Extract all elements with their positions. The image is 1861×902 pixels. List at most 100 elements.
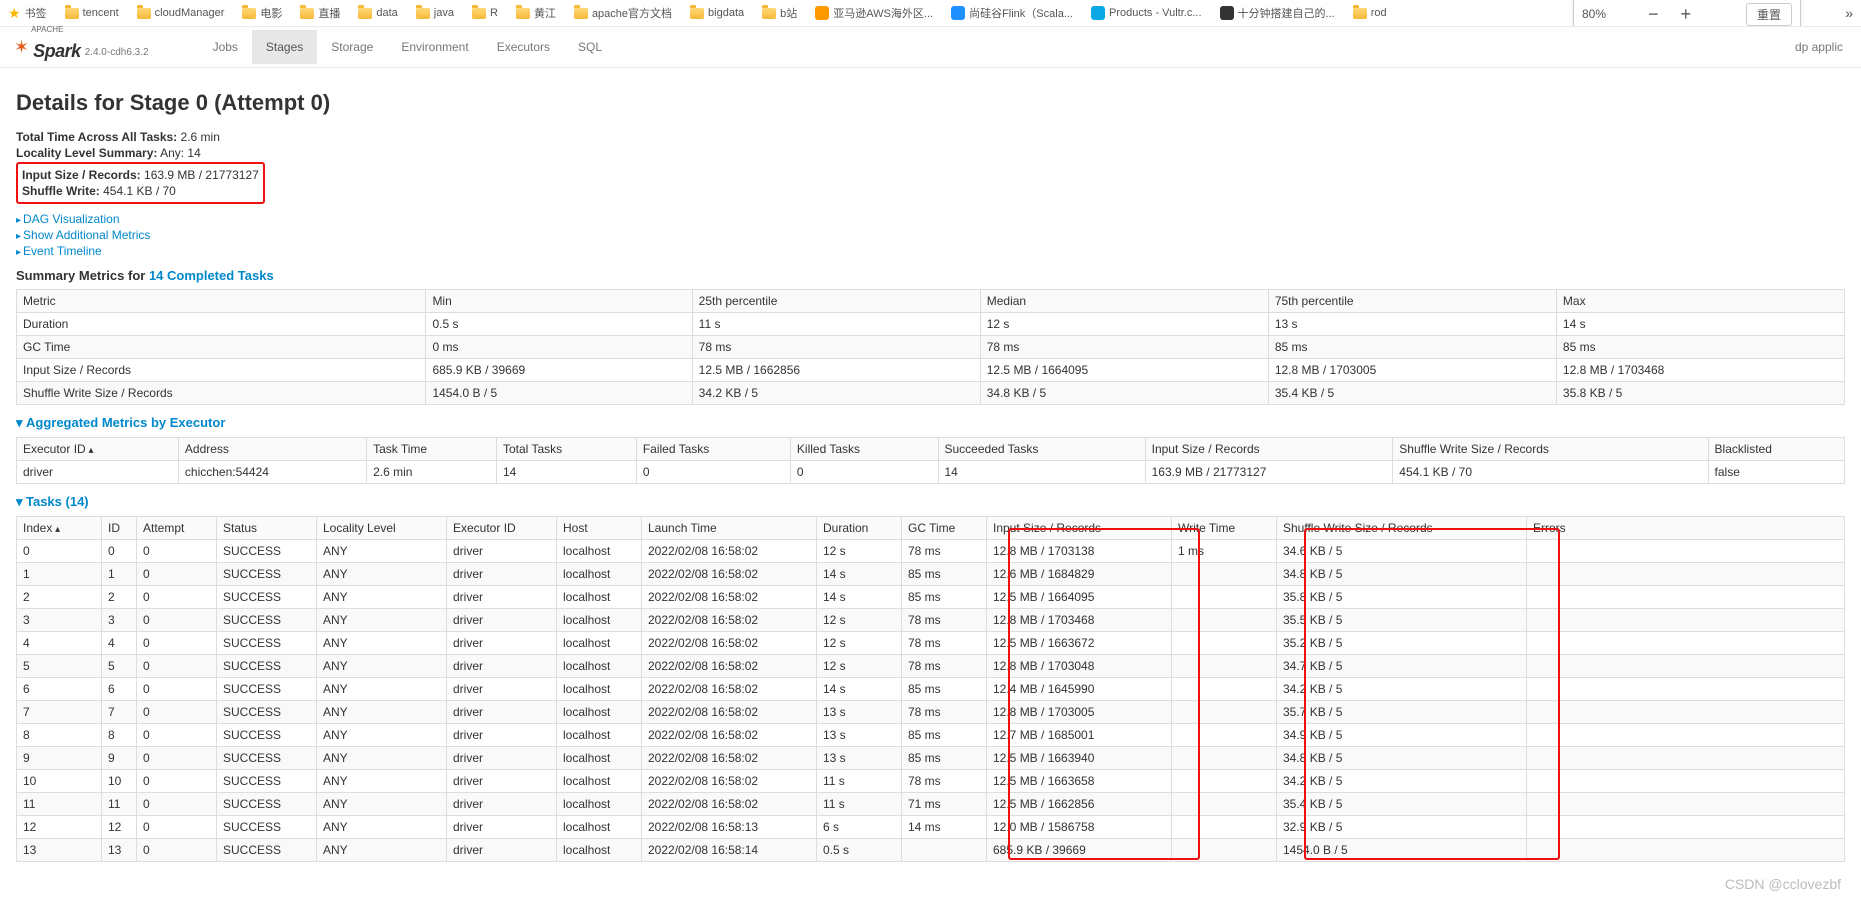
- tasks-toggle[interactable]: ▾Tasks (14): [16, 494, 89, 509]
- nav-tab-storage[interactable]: Storage: [317, 30, 387, 64]
- col-header[interactable]: Write Time: [1172, 517, 1277, 540]
- bookmark-item[interactable]: bigdata: [690, 7, 744, 19]
- table-cell: SUCCESS: [217, 586, 317, 609]
- col-header[interactable]: Errors: [1527, 517, 1845, 540]
- bookmark-item[interactable]: tencent: [65, 7, 119, 19]
- bookmark-item[interactable]: rod: [1353, 7, 1387, 19]
- zoom-in-button[interactable]: +: [1675, 4, 1698, 25]
- bookmark-item[interactable]: b站: [762, 5, 797, 21]
- expand-link[interactable]: Show Additional Metrics: [23, 228, 150, 242]
- table-cell: 12 s: [817, 655, 902, 678]
- bookmark-item[interactable]: 直播: [300, 5, 340, 21]
- table-cell: localhost: [557, 747, 642, 770]
- bookmarks-overflow[interactable]: »: [1845, 5, 1853, 21]
- bookmark-item[interactable]: java: [416, 7, 454, 19]
- table-cell: Shuffle Write Size / Records: [17, 382, 426, 405]
- bookmark-label: bigdata: [708, 7, 744, 19]
- col-header[interactable]: Executor ID: [17, 438, 179, 461]
- col-header[interactable]: Killed Tasks: [790, 438, 938, 461]
- table-cell: ANY: [317, 747, 447, 770]
- bookmark-item[interactable]: data: [358, 7, 397, 19]
- table-cell: 12: [102, 816, 137, 839]
- zoom-out-button[interactable]: −: [1642, 4, 1665, 25]
- table-cell: 34.2 KB / 5: [1277, 770, 1527, 793]
- table-row: GC Time0 ms78 ms78 ms85 ms85 ms: [17, 336, 1845, 359]
- table-cell: 0: [137, 609, 217, 632]
- table-row: 990SUCCESSANYdriverlocalhost2022/02/08 1…: [17, 747, 1845, 770]
- bookmark-item[interactable]: 黄江: [516, 5, 556, 21]
- col-header[interactable]: Address: [178, 438, 366, 461]
- folder-icon: [690, 8, 704, 19]
- table-cell: 35.8 KB / 5: [1556, 382, 1844, 405]
- col-header[interactable]: Attempt: [137, 517, 217, 540]
- table-cell: SUCCESS: [217, 793, 317, 816]
- col-header[interactable]: Task Time: [367, 438, 497, 461]
- col-header[interactable]: 25th percentile: [692, 290, 980, 313]
- zoom-reset-button[interactable]: 重置: [1746, 3, 1792, 26]
- table-cell: 4: [17, 632, 102, 655]
- nav-tab-jobs[interactable]: Jobs: [199, 30, 252, 64]
- table-cell: 12.5 MB / 1662856: [987, 793, 1172, 816]
- bookmark-item[interactable]: apache官方文档: [574, 5, 672, 21]
- spark-logo[interactable]: ✶ APACHE Spark 2.4.0-cdh6.3.2: [14, 34, 149, 60]
- col-header[interactable]: Executor ID: [447, 517, 557, 540]
- nav-tab-executors[interactable]: Executors: [483, 30, 564, 64]
- bookmark-item[interactable]: cloudManager: [137, 7, 225, 19]
- bookmark-item[interactable]: 尚硅谷Flink（Scala...: [951, 5, 1073, 21]
- col-header[interactable]: Locality Level: [317, 517, 447, 540]
- col-header[interactable]: Median: [980, 290, 1268, 313]
- col-header[interactable]: Status: [217, 517, 317, 540]
- table-cell: 32.9 KB / 5: [1277, 816, 1527, 839]
- agg-metrics-toggle[interactable]: ▾Aggregated Metrics by Executor: [16, 415, 225, 430]
- col-header[interactable]: Host: [557, 517, 642, 540]
- col-header[interactable]: Total Tasks: [496, 438, 636, 461]
- table-cell: [1527, 609, 1845, 632]
- col-header[interactable]: Index: [17, 517, 102, 540]
- bookmark-item[interactable]: Products - Vultr.c...: [1091, 6, 1202, 20]
- col-header[interactable]: GC Time: [902, 517, 987, 540]
- table-cell: 2: [102, 586, 137, 609]
- table-row: 12120SUCCESSANYdriverlocalhost2022/02/08…: [17, 816, 1845, 839]
- table-cell: 0: [17, 540, 102, 563]
- col-header[interactable]: Max: [1556, 290, 1844, 313]
- folder-icon: [516, 8, 530, 19]
- expand-link[interactable]: DAG Visualization: [23, 212, 120, 226]
- table-cell: driver: [447, 632, 557, 655]
- table-cell: 35.5 KB / 5: [1277, 609, 1527, 632]
- bookmark-item[interactable]: 十分钟搭建自己的...: [1220, 5, 1335, 21]
- bookmark-item[interactable]: R: [472, 7, 498, 19]
- expand-link[interactable]: Event Timeline: [23, 244, 102, 258]
- col-header[interactable]: Launch Time: [642, 517, 817, 540]
- nav-tab-environment[interactable]: Environment: [387, 30, 482, 64]
- completed-tasks-link[interactable]: 14 Completed Tasks: [149, 268, 274, 283]
- col-header[interactable]: Blacklisted: [1708, 438, 1844, 461]
- table-cell: 6: [102, 678, 137, 701]
- table-cell: 12.5 MB / 1663658: [987, 770, 1172, 793]
- table-cell: [1172, 586, 1277, 609]
- col-header[interactable]: Shuffle Write Size / Records: [1393, 438, 1708, 461]
- table-cell: driver: [447, 586, 557, 609]
- bookmark-label: data: [376, 7, 397, 19]
- col-header[interactable]: Input Size / Records: [987, 517, 1172, 540]
- table-cell: 12.8 MB / 1703005: [1268, 359, 1556, 382]
- table-cell: 2022/02/08 16:58:02: [642, 609, 817, 632]
- table-row: 440SUCCESSANYdriverlocalhost2022/02/08 1…: [17, 632, 1845, 655]
- col-header[interactable]: Succeeded Tasks: [938, 438, 1145, 461]
- col-header[interactable]: 75th percentile: [1268, 290, 1556, 313]
- table-cell: 78 ms: [902, 770, 987, 793]
- col-header[interactable]: ID: [102, 517, 137, 540]
- bookmark-item[interactable]: 电影: [242, 5, 282, 21]
- bookmark-item[interactable]: 亚马逊AWS海外区...: [815, 5, 933, 21]
- col-header[interactable]: Failed Tasks: [636, 438, 790, 461]
- nav-tab-stages[interactable]: Stages: [252, 30, 317, 64]
- bookmark-item[interactable]: ★书签: [8, 5, 47, 21]
- table-cell: 12 s: [980, 313, 1268, 336]
- table-cell: 78 ms: [902, 632, 987, 655]
- col-header[interactable]: Input Size / Records: [1145, 438, 1393, 461]
- col-header[interactable]: Metric: [17, 290, 426, 313]
- col-header[interactable]: Min: [426, 290, 692, 313]
- nav-tab-sql[interactable]: SQL: [564, 30, 616, 64]
- col-header[interactable]: Shuffle Write Size / Records: [1277, 517, 1527, 540]
- table-cell: 14 s: [817, 586, 902, 609]
- col-header[interactable]: Duration: [817, 517, 902, 540]
